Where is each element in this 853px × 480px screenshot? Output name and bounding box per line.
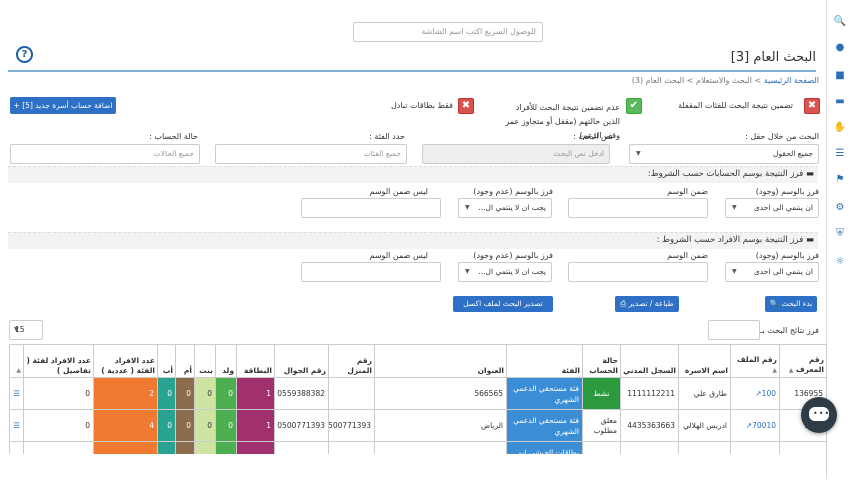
breadcrumb-home[interactable]: الصفحة الرئيسية <box>764 76 819 85</box>
table-row[interactable]: 136955 100↗ طارق علي 1111112211 نشط فئة … <box>9 377 827 410</box>
col-civil[interactable]: السجل المدني <box>620 344 679 378</box>
category-label: حدد الفئة : <box>369 132 405 141</box>
list-icon[interactable]: ☰ <box>833 146 847 160</box>
print-export-button[interactable]: ⎙ طباعة / تصدير <box>615 296 679 312</box>
search-text-label: نص البحث : <box>573 132 613 141</box>
col-card[interactable]: البطاقة <box>236 344 275 378</box>
page-header: البحث العام [3] ? <box>8 44 816 72</box>
table-header-row: رقم المعرف ▲ رقم الملف ▲ اسم الاسرة السج… <box>9 344 827 378</box>
breadcrumb: الصفحة الرئيسية > البحث والاستعلام > الب… <box>631 76 819 85</box>
results-filter-label: فرز نتائج البحث بـ: <box>757 326 819 335</box>
chevron-down-icon: ▼ <box>732 268 737 275</box>
file-link[interactable]: 100↗ <box>730 377 780 410</box>
account-status-input[interactable]: جميع الحالات <box>10 144 200 164</box>
chevron-down-icon: ▼ <box>732 204 737 211</box>
start-search-button[interactable]: 🔍 بدء البحث <box>765 296 817 312</box>
col-house[interactable]: رقم المنزل <box>328 344 375 378</box>
col-son[interactable]: ولد <box>215 344 237 378</box>
chevron-down-icon: ▼ <box>465 204 470 211</box>
col-mobile[interactable]: رقم الجوال <box>274 344 329 378</box>
breadcrumb-search[interactable]: البحث والاستعلام <box>696 76 752 85</box>
exchange-cards-label: فقط بطاقات تبادل <box>390 101 453 110</box>
account-tag-exists-label: فرز بالوسم (عدم وجود) <box>473 187 553 196</box>
row-menu-icon[interactable]: ☰ <box>9 377 24 410</box>
individual-has-tag-label: فرز بالوسم (وجود) <box>755 251 819 260</box>
account-not-in-tag-input[interactable] <box>301 198 441 218</box>
card-icon[interactable]: ▬ <box>833 94 847 108</box>
individual-tags-section[interactable]: ▬ فرز النتيجة بوسم الافراد حسب الشروط : <box>8 232 818 249</box>
individual-not-in-tag-input[interactable] <box>301 262 441 282</box>
account-tags-title: فرز النتيجة بوسم الحسابات حسب الشروط: <box>647 169 804 179</box>
individual-tag-exists-label: فرز بالوسم (عدم وجود) <box>473 251 553 260</box>
account-status-label: حالة الحساب : <box>149 132 198 141</box>
account-not-in-tag-label: ليس ضمن الوسم <box>369 187 428 196</box>
search-field-label: البحث من خلال حقل : <box>745 132 819 141</box>
shield-icon[interactable]: ⛨ <box>833 226 847 240</box>
tag-icon[interactable]: ⚑ <box>833 172 847 186</box>
individual-has-tag-select[interactable]: ان ينتمي الى احدى ▼ <box>725 262 819 282</box>
category-input[interactable]: جميع الفئات <box>215 144 407 164</box>
quick-search-input[interactable]: للوصول السريع اكتب اسم الشاشة <box>353 22 543 42</box>
col-actions: ▲ <box>9 344 24 378</box>
chevron-down-icon: ▼ <box>636 150 641 157</box>
page-footer <box>0 454 826 480</box>
users-icon[interactable]: ● <box>833 40 847 54</box>
search-text-input[interactable]: ادخل نص البحث <box>422 144 610 164</box>
col-count[interactable]: عدد الافراد الفئة ( عددية ) <box>93 344 158 378</box>
account-has-tag-select[interactable]: ان ينتمي الى احدى ▼ <box>725 198 819 218</box>
dashboard-icon[interactable]: ■ <box>833 68 847 82</box>
page-size-select[interactable]: 15 ▼ <box>9 320 43 340</box>
account-in-tag-input[interactable] <box>568 198 708 218</box>
chevron-down-icon: ▼ <box>14 326 19 333</box>
exchange-cards-toggle[interactable]: ✖ <box>458 98 474 114</box>
file-link[interactable]: 70010↗ <box>730 409 780 442</box>
col-status[interactable]: حالة الحساب <box>582 344 621 378</box>
col-details[interactable]: عدد الافراد لفئة ( تفاصيل ) <box>23 344 94 378</box>
help-icon[interactable]: ? <box>16 46 33 63</box>
individual-not-in-tag-label: ليس ضمن الوسم <box>369 251 428 260</box>
account-in-tag-label: ضمن الوسم <box>667 187 708 196</box>
col-mother[interactable]: أم <box>175 344 195 378</box>
account-tags-section[interactable]: ▬ فرز النتيجة بوسم الحسابات حسب الشروط: <box>8 166 818 183</box>
gear-icon[interactable]: ⚙ <box>833 200 847 214</box>
breadcrumb-current: البحث العام (3) <box>631 76 685 85</box>
results-filter-input[interactable] <box>708 320 760 340</box>
col-id[interactable]: رقم المعرف ▲ <box>779 344 827 378</box>
globe-icon[interactable]: ☼ <box>833 254 847 268</box>
search-icon[interactable]: 🔍 <box>833 14 847 28</box>
table-row[interactable]: 1381 70010↗ ادريس الهلالي 4435363663 معل… <box>9 409 827 442</box>
individual-in-tag-input[interactable] <box>568 262 708 282</box>
include-closed-label: تضمين نتيجة البحث للفئات المقفلة <box>678 101 793 110</box>
col-father[interactable]: أب <box>157 344 176 378</box>
account-tag-exists-select[interactable]: يجب ان لا ينتمي ال... ▼ <box>458 198 552 218</box>
exclude-individuals-toggle[interactable]: ✔ <box>626 98 642 114</box>
page-title: البحث العام [3] <box>730 50 816 65</box>
include-closed-toggle[interactable]: ✖ <box>804 98 820 114</box>
col-family[interactable]: اسم الاسرة <box>678 344 731 378</box>
col-category[interactable]: الفئة <box>506 344 583 378</box>
add-family-button[interactable]: + اضافة حساب أسرة جديد [5] <box>10 97 116 114</box>
search-field-select[interactable]: جميع الحقول ▼ <box>629 144 819 164</box>
account-has-tag-label: فرز بالوسم (وجود) <box>755 187 819 196</box>
chevron-down-icon: ▼ <box>465 268 470 275</box>
col-daughter[interactable]: بنت <box>194 344 216 378</box>
individual-tags-title: فرز النتيجة بوسم الافراد حسب الشروط : <box>656 235 804 245</box>
col-address[interactable]: العنوان <box>374 344 507 378</box>
hand-icon[interactable]: ✋ <box>833 120 847 134</box>
chat-widget-button[interactable]: ••• <box>801 397 837 433</box>
row-menu-icon[interactable]: ☰ <box>9 409 24 442</box>
individual-in-tag-label: ضمن الوسم <box>667 251 708 260</box>
col-file[interactable]: رقم الملف ▲ <box>730 344 780 378</box>
individual-tag-exists-select[interactable]: يجب ان لا ينتمي ال... ▼ <box>458 262 552 282</box>
export-excel-button[interactable]: تصدير البحث لملف اكسل <box>453 296 553 312</box>
